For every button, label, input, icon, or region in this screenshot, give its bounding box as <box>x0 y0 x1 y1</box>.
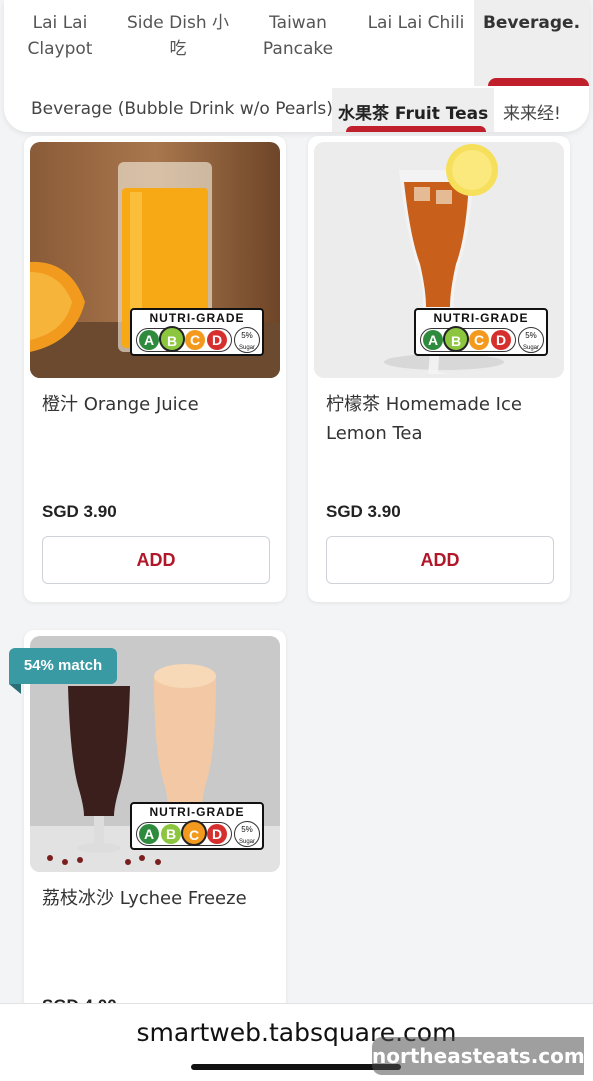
grade-c: C <box>469 330 489 350</box>
subcategory-tabs: Beverage (Bubble Drink w/o Pearls) 水果茶 F… <box>4 88 589 132</box>
sugar-value: 5% <box>241 331 253 340</box>
product-name: 柠檬茶 Homemade Ice Lemon Tea <box>326 394 522 444</box>
grade-d: D <box>207 824 227 844</box>
subtab-next[interactable]: 来来经! <box>503 99 561 124</box>
product-name: 橙汁 Orange Juice <box>42 394 199 415</box>
nutri-grade-header: NUTRI-GRADE <box>149 311 245 325</box>
match-badge-label: 54% match <box>23 657 103 674</box>
category-tabs: Lai Lai Claypot Side Dish 小 吃 Taiwan Pan… <box>4 0 589 86</box>
product-card-orange-juice[interactable]: NUTRI-GRADE A B C D 5% Sugar 橙汁 Orange J… <box>24 136 286 602</box>
active-tab-indicator <box>488 78 589 86</box>
grade-b: B <box>161 824 181 844</box>
subtab-fruit-teas[interactable]: 水果茶 Fruit Teas <box>332 88 495 132</box>
nutri-grade-badge: NUTRI-GRADE A B C D 5% Sugar <box>414 308 548 356</box>
tab-taiwan-pancake[interactable]: Taiwan Pancake <box>256 10 340 62</box>
home-indicator[interactable] <box>191 1064 401 1070</box>
product-name: 荔枝冰沙 Lychee Freeze <box>42 888 247 909</box>
nutri-grade-scale: A B C D <box>136 820 232 846</box>
grade-a: A <box>139 330 159 350</box>
nutri-grade-badge: NUTRI-GRADE A B C D 5% Sugar <box>130 802 264 850</box>
grade-c-selected: C <box>181 820 207 846</box>
nutri-grade-header: NUTRI-GRADE <box>149 805 245 819</box>
product-card-lychee-freeze[interactable]: NUTRI-GRADE A B C D 5% Sugar 荔枝冰沙 Lychee… <box>24 630 286 1010</box>
nutri-grade-scale: A B C D <box>136 326 232 352</box>
match-badge-fold <box>9 684 21 694</box>
sugar-label: Sugar <box>522 345 539 351</box>
category-header: Lai Lai Claypot Side Dish 小 吃 Taiwan Pan… <box>4 0 589 132</box>
sugar-label: Sugar <box>238 345 255 351</box>
sugar-label: Sugar <box>238 839 255 845</box>
tab-side-dish[interactable]: Side Dish 小 吃 <box>122 10 234 62</box>
nutri-grade-badge: NUTRI-GRADE A B C D 5% Sugar <box>130 308 264 356</box>
product-price: SGD 3.90 <box>42 502 117 521</box>
match-badge: 54% match <box>9 648 117 694</box>
tab-beverage[interactable]: Beverage. <box>474 0 589 86</box>
grade-a: A <box>139 824 159 844</box>
grade-b-selected: B <box>159 326 185 352</box>
grade-b-selected: B <box>443 326 469 352</box>
active-subtab-indicator <box>346 126 487 132</box>
sugar-indicator: 5% Sugar <box>518 327 544 353</box>
tab-lai-lai-claypot[interactable]: Lai Lai Claypot <box>26 10 94 62</box>
product-card-lemon-tea[interactable]: NUTRI-GRADE A B C D 5% Sugar 柠檬茶 Homemad… <box>308 136 570 602</box>
sugar-indicator: 5% Sugar <box>234 327 260 353</box>
sugar-indicator: 5% Sugar <box>234 821 260 847</box>
tab-beverage-label: Beverage. <box>482 13 581 33</box>
add-button[interactable]: ADD <box>326 536 554 584</box>
grade-d: D <box>207 330 227 350</box>
sugar-value: 5% <box>525 331 537 340</box>
add-button[interactable]: ADD <box>42 536 270 584</box>
subtab-bubble-drink[interactable]: Beverage (Bubble Drink w/o Pearls) <box>31 99 333 119</box>
sugar-value: 5% <box>241 825 253 834</box>
product-price: SGD 3.90 <box>326 502 401 521</box>
nutri-grade-scale: A B C D <box>420 326 516 352</box>
grade-c: C <box>185 330 205 350</box>
grade-a: A <box>423 330 443 350</box>
nutri-grade-header: NUTRI-GRADE <box>433 311 529 325</box>
subtab-fruit-teas-label: 水果茶 Fruit Teas <box>338 104 489 124</box>
watermark: northeasteats.com <box>372 1037 585 1075</box>
grade-d: D <box>491 330 511 350</box>
tab-lai-lai-chili[interactable]: Lai Lai Chili <box>362 10 470 36</box>
